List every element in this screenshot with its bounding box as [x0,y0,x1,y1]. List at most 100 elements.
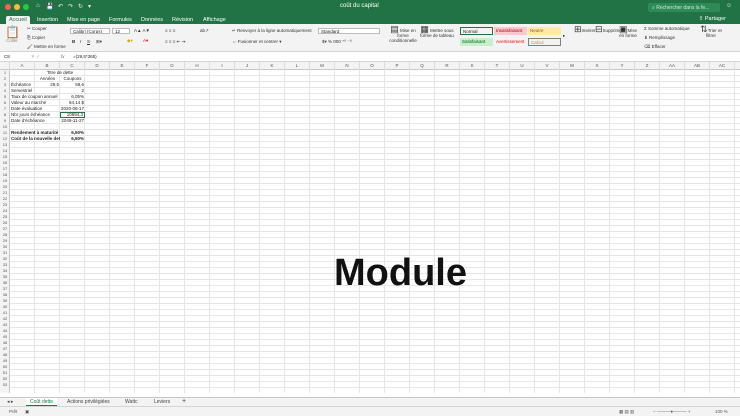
align-top-icons[interactable]: ≡ ≡ ≡ [165,28,175,33]
column-header[interactable]: S [460,62,485,70]
tab-affichage[interactable]: Affichage [200,16,229,24]
search-input[interactable]: ⌕ Rechercher dans la fe... [648,3,720,12]
column-header[interactable]: L [285,62,310,70]
name-box[interactable]: C8 [3,54,23,60]
tab-insertion[interactable]: Insertion [34,16,61,24]
currency-percent-icons[interactable]: $▾ % 000 ⁺⁰ ⁻⁰ [322,39,352,45]
style-neutre[interactable]: Neutre [528,27,561,35]
tab-mise-en-page[interactable]: Mise en page [64,16,103,24]
style-avertissement[interactable]: Avertissement [494,38,527,46]
sort-filter-button[interactable]: ⇅Trier et filtrer [700,25,722,39]
column-header[interactable]: D [85,62,110,70]
close-window-icon[interactable] [5,4,11,10]
styles-more-icon[interactable]: ▸ [563,33,565,39]
column-header[interactable]: F [135,62,160,70]
column-header[interactable]: E [110,62,135,70]
column-header[interactable]: J [235,62,260,70]
insert-button[interactable]: ⊞Insérer [574,25,596,34]
minimize-window-icon[interactable] [14,4,20,10]
number-format-select[interactable]: Standard [318,28,380,34]
zoom-level[interactable]: 100 % [714,409,729,415]
home-icon[interactable]: ⌂ [36,3,40,9]
autosum-button[interactable]: Σ Somme automatique [644,26,690,31]
column-header[interactable]: H [185,62,210,70]
user-icon[interactable]: ☺ [726,3,732,9]
tab-revision[interactable]: Révision [169,16,196,24]
save-icon[interactable]: 💾 [46,3,53,10]
column-header[interactable]: X [585,62,610,70]
align-left-icons[interactable]: ≡ ≡ ≡ ⇤ ⇥ [165,39,185,45]
add-sheet-icon[interactable]: + [178,398,190,406]
column-header[interactable]: A [10,62,35,70]
column-header[interactable]: Y [610,62,635,70]
zoom-slider[interactable]: − ———●——— + [652,409,691,415]
conditional-format-button[interactable]: ▤ Mise en forme conditionnelle [387,25,419,44]
column-header[interactable]: N [335,62,360,70]
tab-formules[interactable]: Formules [106,16,135,24]
row-header[interactable]: 53 [0,382,10,388]
column-header[interactable]: W [560,62,585,70]
column-header[interactable]: T [485,62,510,70]
column-header[interactable]: V [535,62,560,70]
copy-button[interactable]: ⎘ Copier [27,35,45,40]
column-header[interactable]: Q [410,62,435,70]
sheet-tab-cout-dette[interactable]: Coût dette [26,398,58,406]
paste-button[interactable]: 📋 Coller [5,26,20,43]
bold-button[interactable]: B [72,39,75,44]
style-calcul[interactable]: Calcul [528,38,561,46]
cell-c9[interactable]: 2049-11-27 [60,118,85,124]
wrap-text-button[interactable]: ↵ Renvoyer à la ligne automatiquement [232,28,312,34]
fill-button[interactable]: ⬇ Remplissage [644,35,675,41]
sheet-tab-actions-privilegiees[interactable]: Actions privilégiées [63,398,114,406]
column-header[interactable]: AC [710,62,735,70]
column-header[interactable]: O [360,62,385,70]
merge-center-button[interactable]: ⇔ Fusionner et centrer ▾ [232,39,282,45]
italic-button[interactable]: I [80,39,81,44]
cut-button[interactable]: ✂ Couper [27,26,47,32]
view-mode-icons[interactable]: ▦ ▤ ▥ [618,409,635,415]
underline-button[interactable]: S [87,39,90,44]
redo-icon[interactable]: ↷ [68,3,73,10]
format-button[interactable]: ▣Mise en forme [618,25,638,39]
customize-toolbar-icon[interactable]: ▾ [88,3,91,10]
column-header[interactable]: P [385,62,410,70]
clear-button[interactable]: ⌫ Effacer [644,44,666,50]
column-header[interactable]: Z [635,62,660,70]
style-insatisfaisant[interactable]: Insatisfaisant [494,27,527,35]
cell-c12[interactable]: 6,50% [60,136,85,142]
column-header[interactable]: B [35,62,60,70]
table-format-button[interactable]: ▦ Mettre sous forme de tableau [420,25,454,39]
column-header[interactable]: K [260,62,285,70]
select-all-corner[interactable] [0,62,10,70]
formula-cancel-icon[interactable]: ✕ ✓ [30,54,41,60]
borders-icon[interactable]: ⊞▾ [96,39,102,45]
tab-accueil[interactable]: Accueil [6,16,30,24]
sheet-nav-arrows[interactable]: ◂ ▸ [3,398,17,406]
cell-a12[interactable]: Coût de la nouvelle dette [10,136,60,142]
font-color-icon[interactable]: A▾ [143,38,148,44]
formula-input[interactable]: =(29,5*365) [72,54,672,60]
cell-b3[interactable]: 29,5 [35,82,60,88]
orientation-icon[interactable]: ab↗ [200,28,209,34]
font-size-select[interactable]: 12 [112,28,130,34]
column-header[interactable]: U [510,62,535,70]
column-header[interactable]: AA [660,62,685,70]
cell-a9[interactable]: Date d'échéance [10,118,60,124]
undo-icon[interactable]: ↶ [58,3,63,10]
style-normal[interactable]: Normal [460,27,493,35]
column-header[interactable]: G [160,62,185,70]
style-satisfaisant[interactable]: Satisfaisant [460,38,493,46]
delete-button[interactable]: ⊟Supprimer [595,25,623,34]
maximize-window-icon[interactable] [23,4,29,10]
sheet-tab-wattc[interactable]: Wattc [121,398,142,406]
share-button[interactable]: ⇪ Partager [699,16,726,22]
font-name-select[interactable]: Calibri (Corps) [70,28,110,34]
worksheet-grid[interactable]: Titre de dette Années Coupons Échéance 2… [10,70,740,393]
fill-color-icon[interactable]: ◆▾ [127,38,133,44]
macro-record-icon[interactable]: ▣ [24,409,30,415]
fx-icon[interactable]: fx [60,54,66,60]
column-header[interactable]: AB [685,62,710,70]
format-painter-button[interactable]: 🖌 Mettre en forme [27,44,66,50]
column-header[interactable]: R [435,62,460,70]
grow-font-icon[interactable]: A▲ A▼ [134,28,150,33]
